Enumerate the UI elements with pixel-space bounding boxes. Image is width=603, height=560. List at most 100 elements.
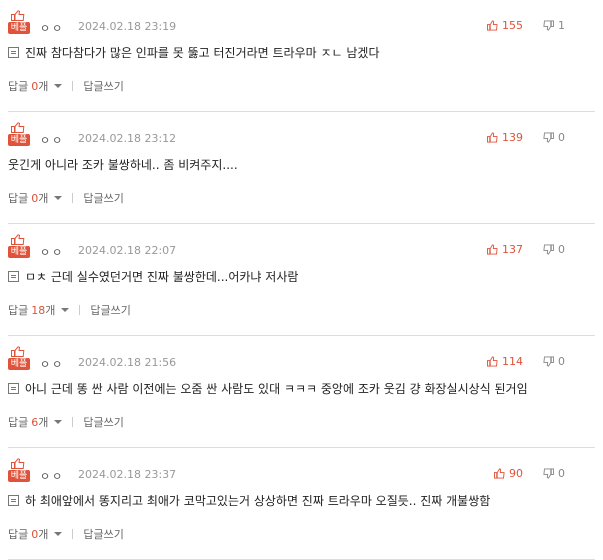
comment-item: 베플 ㅇㅇ 2024.02.18 23:19 155 1 진짜 참다참다가 많은… xyxy=(0,0,603,112)
write-reply-link[interactable]: 답글쓰기 xyxy=(90,302,130,318)
best-comment-badge: 베플 xyxy=(8,122,30,146)
comment-item: 베플 ㅇㅇ 2024.02.18 21:56 114 0 아니 근데 똥 싼 사… xyxy=(0,336,603,448)
reply-toggle[interactable]: 답글 0 개 xyxy=(8,78,63,94)
upvote-count: 137 xyxy=(502,243,523,256)
vote-area: 90 0 xyxy=(494,467,565,480)
reply-count: 0 xyxy=(31,79,39,93)
best-thumb-icon xyxy=(11,122,25,133)
thumbs-down-icon xyxy=(543,356,554,367)
write-reply-link[interactable]: 답글쓰기 xyxy=(83,414,123,430)
author-nickname[interactable]: ㅇㅇ xyxy=(40,20,64,36)
image-attachment-icon xyxy=(8,495,19,506)
upvote-button[interactable]: 137 xyxy=(487,243,523,256)
thumbs-down-icon xyxy=(543,132,554,143)
downvote-button[interactable]: 0 xyxy=(543,243,565,256)
upvote-button[interactable]: 155 xyxy=(487,19,523,32)
author-nickname[interactable]: ㅇㅇ xyxy=(40,244,64,260)
write-reply-link[interactable]: 답글쓰기 xyxy=(83,190,123,206)
image-attachment-icon xyxy=(8,47,19,58)
downvote-button[interactable]: 1 xyxy=(543,19,565,32)
reply-count: 0 xyxy=(31,191,39,205)
best-label: 베플 xyxy=(8,246,30,258)
comment-item: 베플 ㅇㅇ 2024.02.18 23:12 139 0 웃긴게 아니라 조카 … xyxy=(0,112,603,224)
thumbs-up-icon xyxy=(487,244,498,255)
reply-area: 답글 0 개 답글쓰기 xyxy=(8,78,124,94)
best-label: 베플 xyxy=(8,358,30,370)
comment-text: 웃긴게 아니라 조카 불쌍하네.. 좀 비켜주지.... xyxy=(8,158,238,172)
upvote-count: 90 xyxy=(509,467,523,480)
comment-item: 베플 ㅇㅇ 2024.02.18 22:07 137 0 ㅁㅊ 근데 실수였던거… xyxy=(0,224,603,336)
thumbs-up-icon xyxy=(487,20,498,31)
comment-body: ㅁㅊ 근데 실수였던거면 진짜 불쌍한데...어카냐 저사람 xyxy=(8,268,298,285)
reply-toggle[interactable]: 답글 6 개 xyxy=(8,414,63,430)
best-thumb-icon xyxy=(11,346,25,357)
best-label: 베플 xyxy=(8,22,30,34)
upvote-button[interactable]: 114 xyxy=(487,355,523,368)
reply-toggle[interactable]: 답글 0 개 xyxy=(8,190,63,206)
comment-date: 2024.02.18 23:12 xyxy=(78,132,177,145)
comment-date: 2024.02.18 22:07 xyxy=(78,244,177,257)
best-comment-badge: 베플 xyxy=(8,234,30,258)
reply-unit: 개 xyxy=(38,528,49,541)
best-thumb-icon xyxy=(11,10,25,21)
best-thumb-icon xyxy=(11,234,25,245)
chevron-down-icon xyxy=(54,196,63,200)
image-attachment-icon xyxy=(8,271,19,282)
author-nickname[interactable]: ㅇㅇ xyxy=(40,468,64,484)
upvote-count: 139 xyxy=(502,131,523,144)
reply-area: 답글 6 개 답글쓰기 xyxy=(8,414,124,430)
reply-unit: 개 xyxy=(45,304,56,317)
image-attachment-icon xyxy=(8,383,19,394)
reply-area: 답글 0 개 답글쓰기 xyxy=(8,190,124,206)
chevron-down-icon xyxy=(54,84,63,88)
downvote-button[interactable]: 0 xyxy=(543,131,565,144)
upvote-button[interactable]: 139 xyxy=(487,131,523,144)
best-comment-badge: 베플 xyxy=(8,458,30,482)
vote-area: 139 0 xyxy=(487,131,565,144)
author-nickname[interactable]: ㅇㅇ xyxy=(40,132,64,148)
downvote-count: 1 xyxy=(558,19,565,32)
upvote-button[interactable]: 90 xyxy=(494,467,523,480)
best-comment-badge: 베플 xyxy=(8,346,30,370)
divider xyxy=(72,417,74,427)
divider xyxy=(79,305,81,315)
reply-count: 18 xyxy=(31,303,46,317)
comment-body: 웃긴게 아니라 조카 불쌍하네.. 좀 비켜주지.... xyxy=(8,156,238,173)
divider xyxy=(72,529,74,539)
chevron-down-icon xyxy=(54,420,63,424)
chevron-down-icon xyxy=(54,532,63,536)
downvote-count: 0 xyxy=(558,243,565,256)
write-reply-link[interactable]: 답글쓰기 xyxy=(83,78,123,94)
reply-toggle[interactable]: 답글 18 개 xyxy=(8,302,70,318)
thumbs-up-icon xyxy=(494,468,505,479)
comment-text: 하 최애앞에서 똥지리고 최애가 코막고있는거 상상하면 진짜 트라우마 오질듯… xyxy=(25,494,491,508)
best-label: 베플 xyxy=(8,134,30,146)
best-label: 베플 xyxy=(8,470,30,482)
vote-area: 114 0 xyxy=(487,355,565,368)
downvote-button[interactable]: 0 xyxy=(543,355,565,368)
author-nickname[interactable]: ㅇㅇ xyxy=(40,356,64,372)
upvote-count: 114 xyxy=(502,355,523,368)
write-reply-link[interactable]: 답글쓰기 xyxy=(83,526,123,542)
divider xyxy=(72,193,74,203)
chevron-down-icon xyxy=(61,308,70,312)
reply-label: 답글 xyxy=(8,528,29,541)
thumbs-down-icon xyxy=(543,468,554,479)
reply-count: 0 xyxy=(31,527,39,541)
comment-text: 아니 근데 똥 싼 사람 이전에는 오줌 싼 사람도 있대 ㅋㅋㅋ 중앙에 조카… xyxy=(25,382,528,396)
reply-count: 6 xyxy=(31,415,39,429)
comment-date: 2024.02.18 23:19 xyxy=(78,20,177,33)
reply-label: 답글 xyxy=(8,304,29,317)
vote-area: 137 0 xyxy=(487,243,565,256)
comment-body: 아니 근데 똥 싼 사람 이전에는 오줌 싼 사람도 있대 ㅋㅋㅋ 중앙에 조카… xyxy=(8,380,528,397)
reply-toggle[interactable]: 답글 0 개 xyxy=(8,526,63,542)
downvote-button[interactable]: 0 xyxy=(543,467,565,480)
comment-text: 진짜 참다참다가 많은 인파를 못 뚫고 터진거라면 트라우마 ㅈㄴ 남겠다 xyxy=(25,46,380,60)
reply-label: 답글 xyxy=(8,80,29,93)
best-comment-badge: 베플 xyxy=(8,10,30,34)
reply-unit: 개 xyxy=(38,416,49,429)
comment-body: 진짜 참다참다가 많은 인파를 못 뚫고 터진거라면 트라우마 ㅈㄴ 남겠다 xyxy=(8,44,380,61)
reply-unit: 개 xyxy=(38,192,49,205)
comment-date: 2024.02.18 23:37 xyxy=(78,468,177,481)
downvote-count: 0 xyxy=(558,131,565,144)
